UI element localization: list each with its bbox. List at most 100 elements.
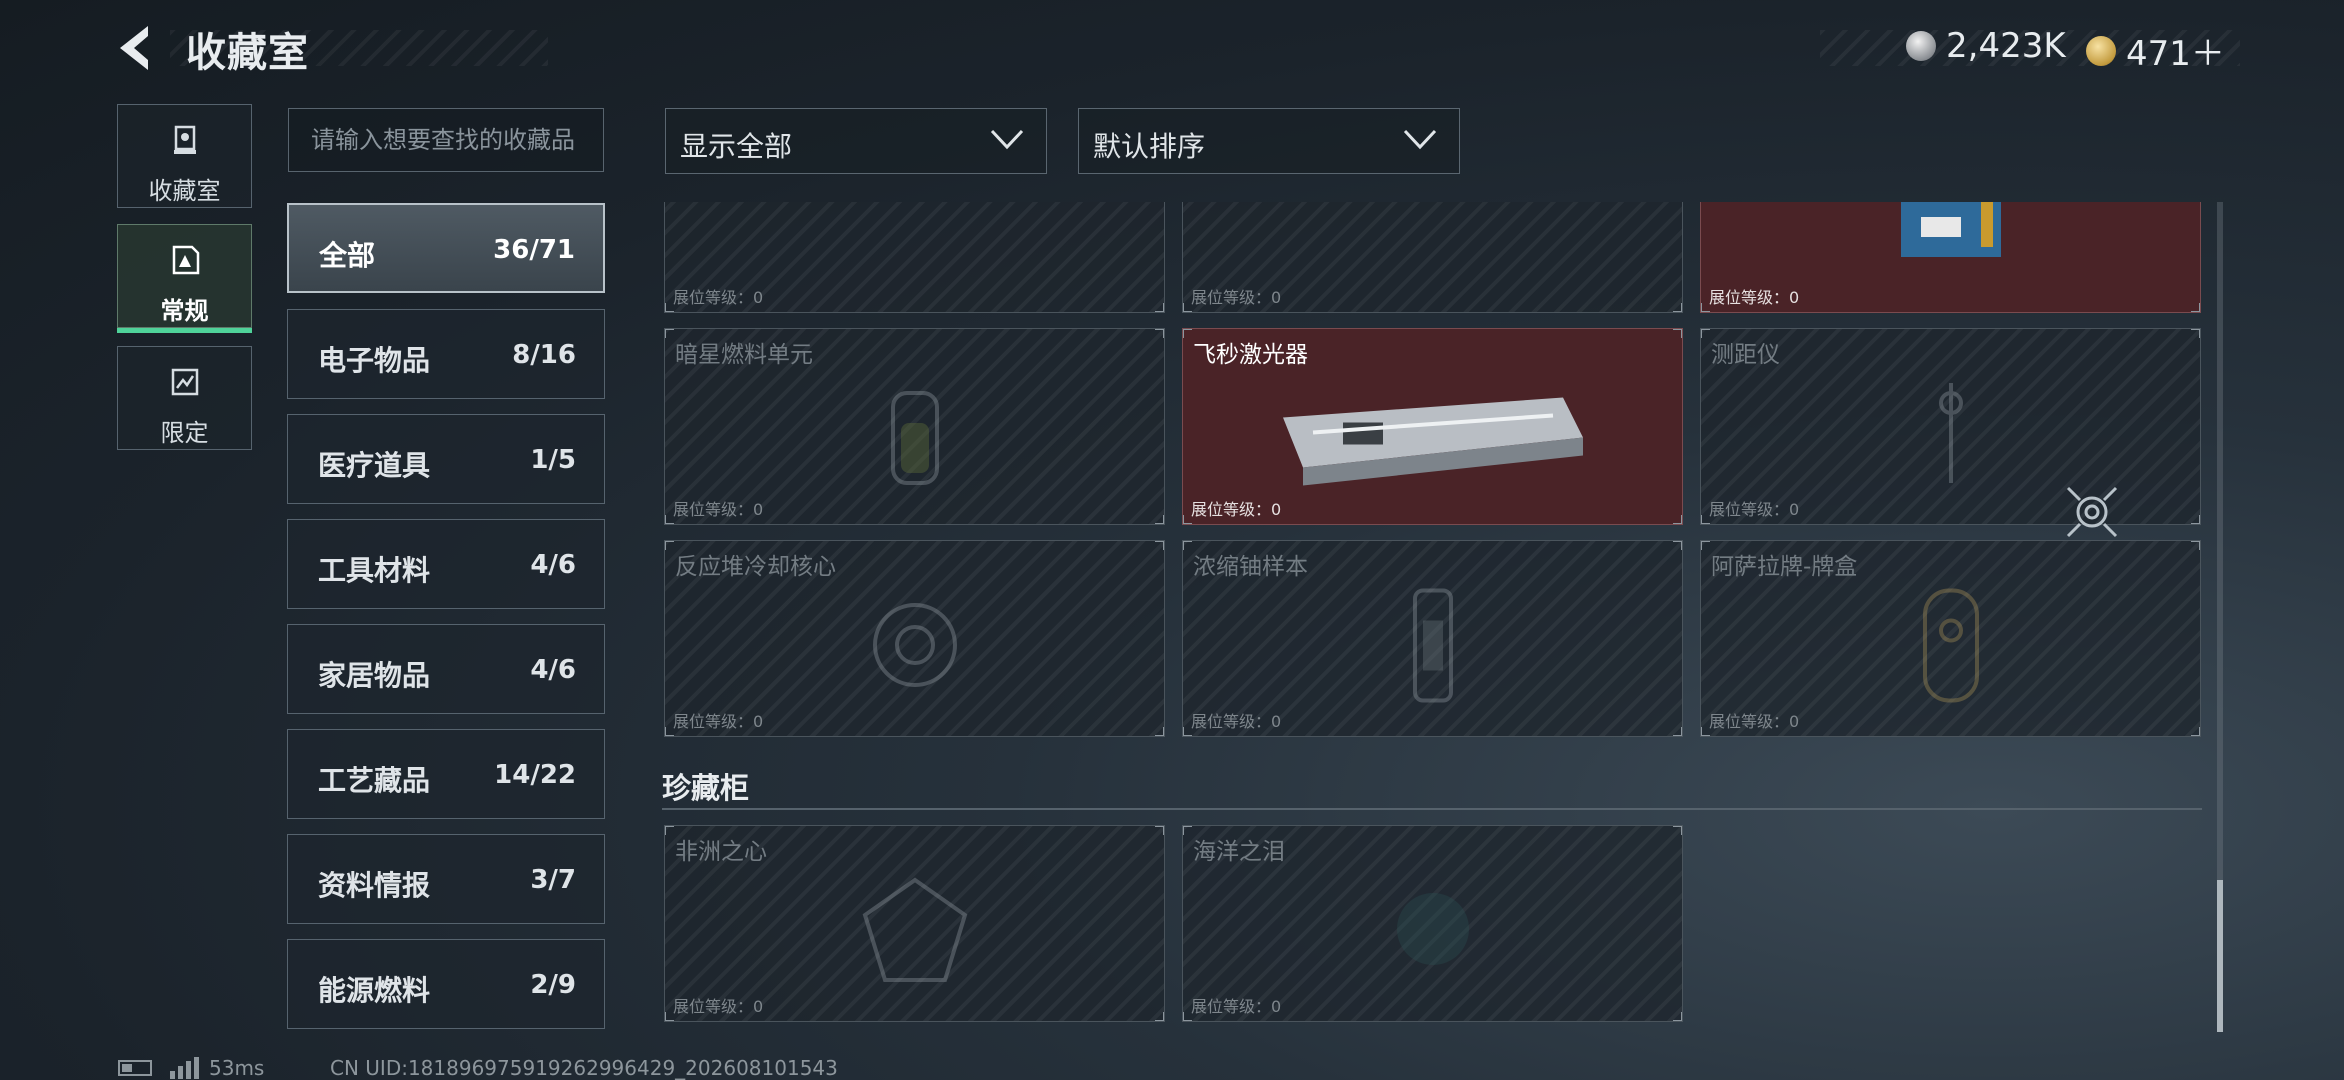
status-bar: 53ms (118, 1056, 264, 1080)
card-corner (1183, 727, 1192, 736)
card-corner (1673, 826, 1682, 835)
card-corner (2191, 303, 2200, 312)
category-name: 医疗道具 (318, 449, 431, 482)
category-tools[interactable]: 工具材料 4/6 (287, 519, 605, 609)
collectible-card[interactable]: 海洋之泪 展位等级：0 (1182, 825, 1683, 1022)
item-device-icon (1900, 202, 2001, 257)
category-electronics[interactable]: 电子物品 8/16 (287, 309, 605, 399)
collectible-card[interactable]: 暗星燃料单元 展位等级：0 (664, 328, 1165, 525)
collectible-card[interactable]: 展位等级：0 (1182, 202, 1683, 313)
item-name: 阿萨拉牌-牌盒 (1711, 554, 1858, 580)
chevron-down-icon (1403, 129, 1437, 150)
search-box[interactable] (288, 108, 604, 172)
card-corner (2191, 515, 2200, 524)
currency-gold[interactable]: 471＋ (2086, 26, 2225, 75)
chevron-down-icon (990, 129, 1024, 150)
silver-coin-icon (1906, 31, 1936, 61)
card-corner (665, 1012, 674, 1021)
sort-dropdown[interactable]: 默认排序 (1078, 108, 1460, 174)
ping-value: 53ms (209, 1056, 265, 1080)
page-title: 收藏室 (186, 30, 309, 76)
card-corner (665, 329, 674, 338)
category-count: 4/6 (530, 655, 576, 685)
item-name: 海洋之泪 (1193, 839, 1285, 865)
card-corner (1155, 515, 1164, 524)
section-divider (662, 808, 2202, 810)
card-corner (1183, 329, 1192, 338)
scrollbar-thumb[interactable] (2217, 880, 2223, 1032)
card-corner (665, 515, 674, 524)
item-ocean-tear-icon (1396, 892, 1469, 965)
side-tab-collection-room[interactable]: 收藏室 (117, 104, 252, 208)
card-corner (1155, 329, 1164, 338)
category-name: 电子物品 (318, 344, 431, 377)
category-name: 全部 (319, 239, 376, 272)
category-medical[interactable]: 医疗道具 1/5 (287, 414, 605, 504)
item-name: 测距仪 (1711, 342, 1780, 368)
category-energy[interactable]: 能源燃料 2/9 (287, 939, 605, 1029)
side-tab-regular[interactable]: 常规 (117, 224, 252, 333)
collection-icon (172, 245, 200, 275)
booth-level-label: 展位等级：0 (1709, 500, 1800, 519)
item-name: 反应堆冷却核心 (675, 554, 836, 580)
card-corner (1155, 541, 1164, 550)
currency-silver[interactable]: 2,423K (1906, 26, 2066, 66)
silver-amount: 2,423K (1946, 26, 2066, 66)
collectible-card[interactable]: 测距仪 展位等级：0 (1700, 328, 2201, 525)
collectible-card[interactable]: 反应堆冷却核心 展位等级：0 (664, 540, 1165, 737)
category-count: 1/5 (530, 445, 576, 475)
booth-level-label: 展位等级：0 (1191, 500, 1282, 519)
item-heart-gem-icon (862, 877, 967, 982)
category-name: 工具材料 (318, 554, 431, 587)
collectible-card[interactable]: 阿萨拉牌-牌盒 展位等级：0 (1700, 540, 2201, 737)
category-household[interactable]: 家居物品 4/6 (287, 624, 605, 714)
collection-grid[interactable]: 展位等级：0 展位等级：0 展位等级：0 暗星燃料单元 展位等级：0 飞秒激光器… (664, 202, 2204, 1032)
item-name: 暗星燃料单元 (675, 342, 813, 368)
target-icon[interactable] (2064, 484, 2120, 540)
card-corner (665, 541, 674, 550)
item-uranium-sample-icon (1412, 588, 1453, 702)
card-corner (1673, 329, 1682, 338)
category-count: 2/9 (530, 970, 576, 1000)
item-name: 飞秒激光器 (1193, 342, 1308, 368)
card-corner (665, 303, 674, 312)
card-corner (1155, 826, 1164, 835)
booth-level-label: 展位等级：0 (1191, 712, 1282, 731)
card-corner (1155, 303, 1164, 312)
gold-amount: 471＋ (2126, 34, 2225, 74)
category-all[interactable]: 全部 36/71 (287, 203, 605, 293)
booth-level-label: 展位等级：0 (1191, 997, 1282, 1016)
item-name: 非洲之心 (675, 839, 767, 865)
signal-icon (170, 1057, 199, 1079)
collectible-card[interactable]: 浓缩铀样本 展位等级：0 (1182, 540, 1683, 737)
collectible-card[interactable]: 展位等级：0 (1700, 202, 2201, 313)
display-filter-value: 显示全部 (680, 130, 793, 163)
category-count: 4/6 (530, 550, 576, 580)
search-input[interactable] (289, 109, 603, 171)
collectible-card[interactable]: 展位等级：0 (664, 202, 1165, 313)
card-corner (1183, 541, 1192, 550)
section-title: 珍藏柜 (662, 771, 750, 805)
card-corner (1701, 329, 1710, 338)
card-corner (1183, 303, 1192, 312)
card-corner (1183, 826, 1192, 835)
collectible-card[interactable]: 非洲之心 展位等级：0 (664, 825, 1165, 1022)
category-intel[interactable]: 资料情报 3/7 (287, 834, 605, 924)
collectible-card[interactable]: 飞秒激光器 展位等级：0 (1182, 328, 1683, 525)
card-corner (2191, 727, 2200, 736)
display-filter-dropdown[interactable]: 显示全部 (665, 108, 1047, 174)
category-name: 资料情报 (318, 869, 431, 902)
card-corner (1673, 515, 1682, 524)
side-tab-limited[interactable]: 限定 (117, 346, 252, 450)
category-crafts[interactable]: 工艺藏品 14/22 (287, 729, 605, 819)
card-corner (1701, 727, 1710, 736)
trophy-icon (174, 125, 196, 154)
card-corner (1673, 1012, 1682, 1021)
card-corner (1673, 303, 1682, 312)
booth-level-label: 展位等级：0 (673, 997, 764, 1016)
battery-icon (118, 1060, 152, 1076)
back-button[interactable] (112, 22, 164, 74)
item-rangefinder-icon (1938, 382, 1963, 483)
category-count: 14/22 (494, 760, 576, 790)
sort-value: 默认排序 (1093, 130, 1206, 163)
